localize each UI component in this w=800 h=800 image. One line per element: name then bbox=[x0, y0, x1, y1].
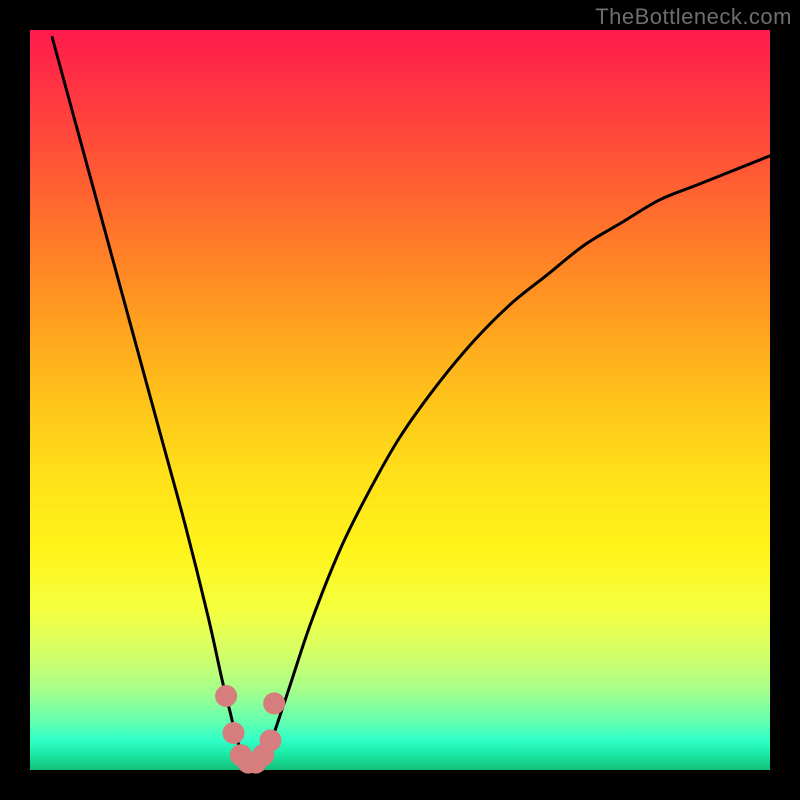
watermark-text: TheBottleneck.com bbox=[595, 4, 792, 30]
curve-layer bbox=[30, 30, 770, 770]
plot-area bbox=[30, 30, 770, 770]
marker-dot bbox=[223, 722, 245, 744]
bottleneck-curve bbox=[52, 37, 770, 763]
chart-frame: TheBottleneck.com bbox=[0, 0, 800, 800]
marker-dot bbox=[260, 729, 282, 751]
marker-dot bbox=[215, 685, 237, 707]
marker-dot bbox=[263, 692, 285, 714]
